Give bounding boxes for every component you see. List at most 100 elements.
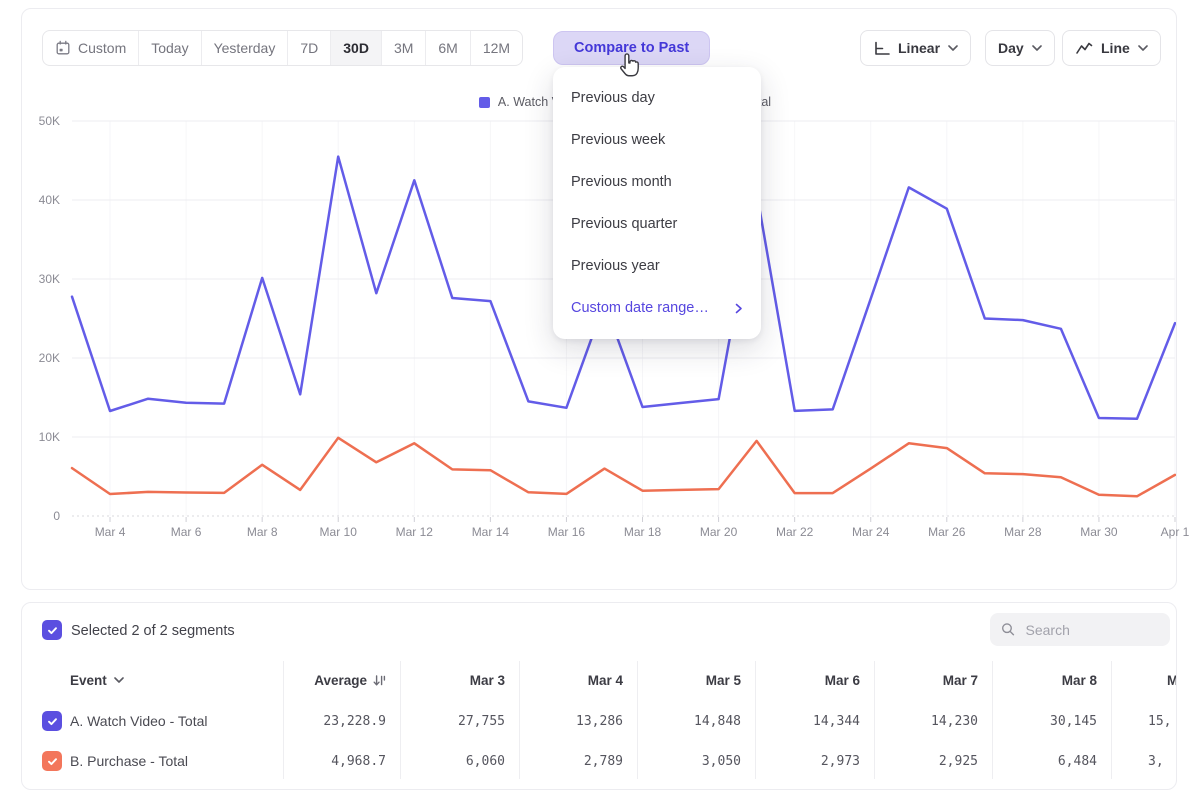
segments-selected-label: Selected 2 of 2 segments	[71, 623, 235, 639]
date-column-header[interactable]: Mar 8	[992, 661, 1111, 699]
segment-row-label[interactable]: A. Watch Video - Total	[70, 701, 283, 741]
x-axis-label: Mar 10	[306, 525, 370, 539]
column-separator	[283, 661, 284, 779]
x-axis-label: Mar 30	[1067, 525, 1131, 539]
menu-item-custom-date-range[interactable]: Custom date range…	[553, 287, 761, 329]
average-value: 23,228.9	[283, 701, 400, 741]
line-chart-icon	[1075, 41, 1093, 55]
chevron-down-icon	[114, 677, 124, 683]
interval-label: Day	[998, 40, 1024, 56]
date-value-partial: 15,	[1111, 701, 1177, 741]
date-column-header[interactable]: Mar 5	[637, 661, 755, 699]
average-column-header[interactable]: Average	[283, 661, 400, 699]
menu-item-previous-day[interactable]: Previous day	[553, 77, 761, 119]
range-option-label: Today	[151, 40, 188, 56]
y-axis-label: 20K	[22, 351, 60, 365]
checkmark-icon	[47, 716, 58, 727]
x-axis-label: Mar 22	[763, 525, 827, 539]
x-axis-label: Mar 20	[687, 525, 751, 539]
chevron-down-icon	[1032, 45, 1042, 51]
chart-type-label: Line	[1101, 40, 1130, 56]
chevron-right-icon	[735, 303, 743, 314]
column-separator	[874, 661, 875, 779]
y-axis-label: 10K	[22, 430, 60, 444]
date-value: 2,973	[755, 741, 874, 781]
segments-table: Event Average Mar 3Mar 4Mar 5Mar 6Mar 7Mar…	[42, 661, 1177, 781]
date-value: 6,060	[400, 741, 519, 781]
scale-label: Linear	[898, 40, 940, 56]
x-axis-label: Apr 1	[1143, 525, 1200, 539]
event-header-label: Event	[70, 673, 107, 688]
x-axis-label: Mar 8	[230, 525, 294, 539]
date-column-header[interactable]: Mar 3	[400, 661, 519, 699]
x-axis-label: Mar 4	[78, 525, 142, 539]
column-separator	[400, 661, 401, 779]
menu-item-previous-quarter[interactable]: Previous quarter	[553, 203, 761, 245]
series-line-b-purchase-total[interactable]	[72, 438, 1175, 497]
range-option-30d[interactable]: 30D	[331, 31, 382, 65]
column-separator	[637, 661, 638, 779]
event-column-header[interactable]: Event	[70, 661, 283, 699]
search-icon	[1001, 621, 1016, 638]
segments-card: Selected 2 of 2 segments Event Average Mar…	[21, 602, 1177, 790]
interval-dropdown-button[interactable]: Day	[985, 30, 1055, 66]
y-axis-label: 40K	[22, 193, 60, 207]
range-option-label: Custom	[78, 40, 126, 56]
x-axis-label: Mar 12	[382, 525, 446, 539]
x-axis-label: Mar 26	[915, 525, 979, 539]
calendar-icon	[55, 40, 71, 56]
menu-item-previous-month[interactable]: Previous month	[553, 161, 761, 203]
axis-scale-icon	[873, 41, 890, 56]
x-axis-label: Mar 24	[839, 525, 903, 539]
row-checkbox-cell	[42, 741, 70, 781]
segment-checkbox[interactable]	[42, 751, 62, 771]
compare-to-past-menu: Previous dayPrevious weekPrevious monthP…	[553, 67, 761, 339]
segment-checkbox[interactable]	[42, 711, 62, 731]
range-option-today[interactable]: Today	[139, 31, 201, 65]
x-axis-label: Mar 28	[991, 525, 1055, 539]
date-value: 2,789	[519, 741, 637, 781]
menu-item-previous-week[interactable]: Previous week	[553, 119, 761, 161]
hand-cursor	[615, 53, 641, 79]
checkmark-icon	[47, 625, 58, 636]
date-value: 6,484	[992, 741, 1111, 781]
average-header-label: Average	[314, 673, 367, 688]
chart-type-dropdown-button[interactable]: Line	[1062, 30, 1161, 66]
date-value: 13,286	[519, 701, 637, 741]
range-option-yesterday[interactable]: Yesterday	[202, 31, 289, 65]
date-value: 2,925	[874, 741, 992, 781]
date-value-partial: 3,	[1111, 741, 1177, 781]
x-axis-label: Mar 16	[534, 525, 598, 539]
date-value: 14,230	[874, 701, 992, 741]
header-spacer	[42, 661, 70, 699]
range-option-label: Yesterday	[214, 40, 276, 56]
y-axis-label: 0	[22, 509, 60, 523]
date-column-header[interactable]: Mar 4	[519, 661, 637, 699]
range-option-custom[interactable]: Custom	[43, 31, 139, 65]
column-separator	[992, 661, 993, 779]
date-column-header[interactable]: Mar 7	[874, 661, 992, 699]
sort-icon	[373, 674, 386, 687]
menu-item-previous-year[interactable]: Previous year	[553, 245, 761, 287]
date-value: 3,050	[637, 741, 755, 781]
range-option-label: 30D	[343, 40, 369, 56]
range-option-7d[interactable]: 7D	[288, 31, 331, 65]
legend-swatch	[479, 97, 490, 108]
scale-dropdown-button[interactable]: Linear	[860, 30, 971, 66]
select-all-segments-checkbox[interactable]	[42, 620, 62, 640]
range-option-label: 6M	[438, 40, 457, 56]
search-input[interactable]	[1024, 621, 1159, 639]
range-option-12m[interactable]: 12M	[471, 31, 522, 65]
x-axis-label: Mar 6	[154, 525, 218, 539]
chevron-down-icon	[1138, 45, 1148, 51]
column-separator	[1111, 661, 1112, 779]
range-option-6m[interactable]: 6M	[426, 31, 470, 65]
date-value: 30,145	[992, 701, 1111, 741]
range-option-3m[interactable]: 3M	[382, 31, 426, 65]
x-axis-label: Mar 14	[458, 525, 522, 539]
segment-row-label[interactable]: B. Purchase - Total	[70, 741, 283, 781]
column-separator	[519, 661, 520, 779]
date-column-header[interactable]: Mar 6	[755, 661, 874, 699]
date-value: 27,755	[400, 701, 519, 741]
average-value: 4,968.7	[283, 741, 400, 781]
